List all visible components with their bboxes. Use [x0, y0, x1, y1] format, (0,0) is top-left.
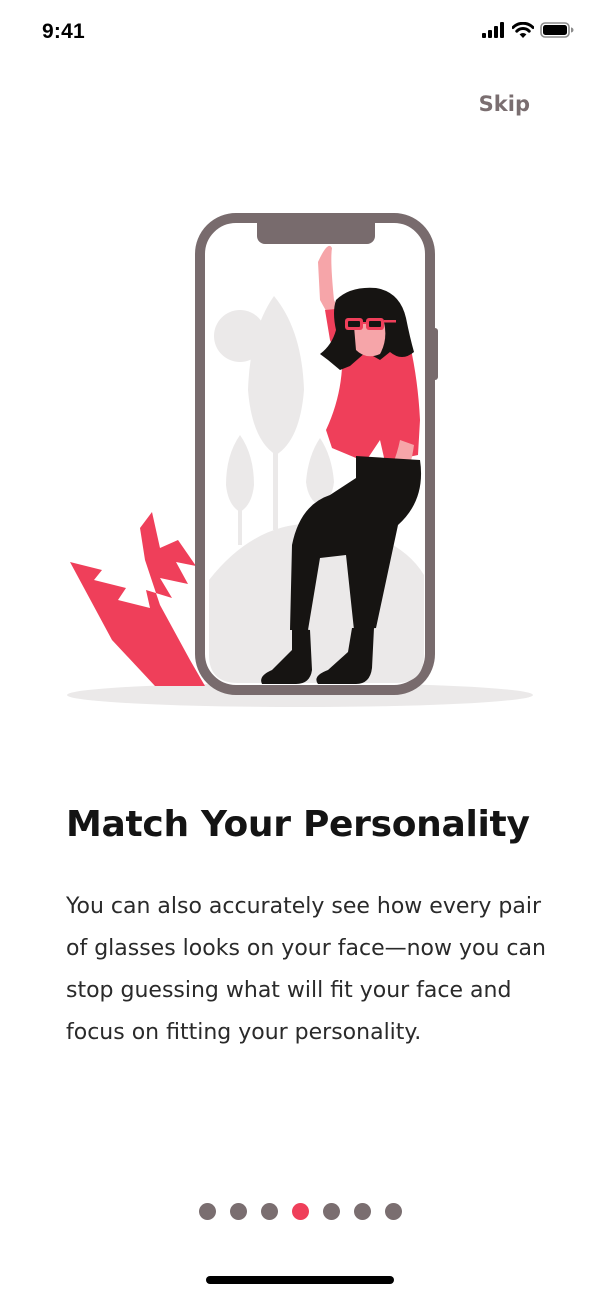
page-dot[interactable]	[384, 1203, 402, 1220]
onboarding-title: Match Your Personality	[66, 804, 530, 845]
red-leaf-plant	[70, 512, 205, 686]
page-dot[interactable]	[260, 1203, 278, 1220]
page-dot[interactable]	[229, 1203, 247, 1220]
status-time: 9:41	[42, 20, 85, 43]
page-indicator	[0, 1203, 600, 1220]
page-dot[interactable]	[198, 1203, 216, 1220]
home-indicator[interactable]	[206, 1276, 394, 1284]
signal-icon	[482, 22, 504, 38]
status-bar: 9:41	[0, 0, 600, 66]
page-dot-active[interactable]	[291, 1203, 309, 1220]
onboarding-illustration	[67, 213, 533, 707]
skip-button[interactable]: Skip	[479, 92, 530, 116]
wifi-icon	[512, 22, 534, 38]
page-dot[interactable]	[353, 1203, 371, 1220]
page-dot[interactable]	[322, 1203, 340, 1220]
onboarding-description: You can also accurately see how every pa…	[66, 894, 546, 1045]
battery-icon	[540, 22, 574, 38]
status-icons	[482, 22, 574, 38]
